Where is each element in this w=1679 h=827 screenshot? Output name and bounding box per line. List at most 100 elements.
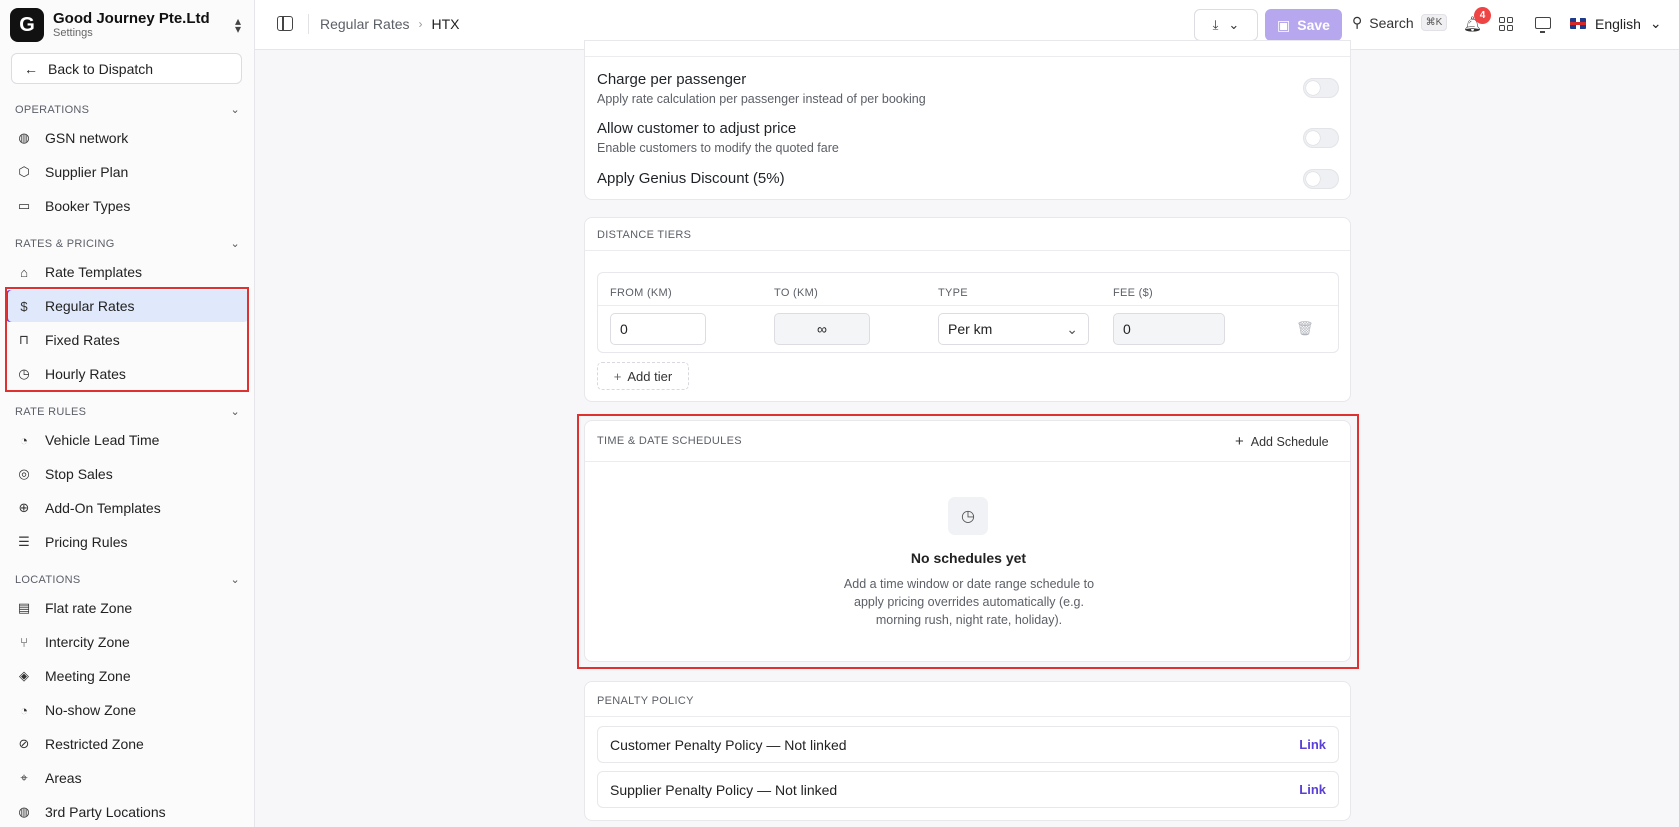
sidebar-item-intercity-zone[interactable]: ⑂ Intercity Zone (6, 626, 248, 658)
section-operations[interactable]: OPERATIONS ⌄ (15, 103, 240, 117)
fee-input[interactable]: 0 (1113, 313, 1225, 345)
sidebar-item-fixed-rates[interactable]: ⊓ Fixed Rates (6, 324, 248, 356)
search-icon: ⚲ (1352, 14, 1363, 30)
type-select[interactable]: Per km ⌄ (938, 313, 1089, 345)
tag-icon: ⌂ (20, 264, 28, 280)
stop-icon: ◎ (18, 466, 30, 481)
divider (308, 14, 309, 34)
section-rate-rules[interactable]: RATE RULES ⌄ (15, 405, 240, 419)
sidebar-item-no-show-zone[interactable]: ◔ No-show Zone (6, 694, 248, 726)
add-schedule-button[interactable]: + Add Schedule (1235, 433, 1329, 450)
org-switcher[interactable]: G Good Journey Pte.Ltd Settings ▴ ▾ (10, 7, 245, 43)
language-selector[interactable]: English ⌄ (1570, 15, 1662, 32)
back-to-dispatch-button[interactable]: ← Back to Dispatch (11, 53, 242, 84)
sidebar-item-hourly-rates[interactable]: ◷ Hourly Rates (6, 358, 248, 390)
section-locations[interactable]: LOCATIONS ⌄ (15, 573, 240, 587)
sidebar-item-flat-rate-zone[interactable]: ▤ Flat rate Zone (6, 592, 248, 624)
breadcrumb-regular-rates[interactable]: Regular Rates (320, 16, 410, 32)
sidebar-item-restricted-zone[interactable]: ⊘ Restricted Zone (6, 728, 248, 760)
clock-icon: ◷ (18, 366, 30, 381)
globe-icon: ◍ (18, 804, 30, 819)
chevron-right-icon: › (418, 17, 423, 31)
empty-state-title: No schedules yet (910, 550, 1027, 566)
sidebar-item-label: Booker Types (45, 198, 131, 214)
empty-state-desc: Add a time window or date range schedule… (843, 577, 1095, 627)
sidebar: G Good Journey Pte.Ltd Settings ▴ ▾ ← Bac… (0, 0, 255, 827)
chevron-updown-icon: ▴ ▾ (234, 14, 241, 36)
section-title: LOCATIONS (15, 573, 81, 586)
sidebar-item-label: GSN network (45, 130, 129, 146)
pin-icon: ⌖ (20, 770, 28, 785)
section-rates-pricing[interactable]: RATES & PRICING ⌄ (15, 237, 240, 251)
sidebar-item-supplier-plan[interactable]: ⬡ Supplier Plan (6, 156, 248, 188)
sidebar-item-label: Fixed Rates (45, 332, 120, 348)
sidebar-item-rate-templates[interactable]: ⌂ Rate Templates (6, 256, 248, 288)
sidebar-item-label: Stop Sales (45, 466, 113, 482)
sidebar-toggle-icon[interactable] (277, 16, 293, 31)
plus-circle-icon: ⊕ (18, 500, 30, 515)
trash-icon[interactable]: 🗑︎ (1296, 320, 1314, 337)
timer-icon: ◔ (20, 702, 28, 718)
from-km-input[interactable]: 0 (610, 313, 706, 345)
lock-icon: ⊓ (18, 332, 30, 347)
receipt-icon: ▤ (17, 600, 31, 615)
briefcase-icon: ▭ (17, 198, 31, 213)
chevron-down-icon: ⌄ (1066, 320, 1078, 337)
supplier-penalty-link[interactable]: Link (1299, 782, 1326, 797)
plus-icon: + (1235, 433, 1244, 450)
apps-grid-icon[interactable] (1499, 17, 1513, 31)
breadcrumb-current: HTX (431, 16, 460, 32)
monitor-icon[interactable] (1535, 17, 1551, 33)
add-tier-button[interactable]: + Add tier (597, 362, 689, 390)
divider (585, 716, 1350, 717)
section-title: OPERATIONS (15, 103, 90, 116)
dollar-icon: $ (20, 298, 28, 314)
chevron-down-icon: ⌄ (230, 104, 240, 116)
sidebar-item-3rd-party-locations[interactable]: ◍ 3rd Party Locations (6, 796, 248, 827)
policy-label: Supplier Penalty Policy — Not linked (610, 781, 838, 798)
sidebar-item-booker-types[interactable]: ▭ Booker Types (6, 190, 248, 222)
sidebar-item-label: Intercity Zone (45, 634, 130, 650)
notification-badge: 4 (1474, 7, 1491, 24)
sidebar-item-add-on-templates[interactable]: ⊕ Add-On Templates (6, 492, 248, 524)
column-header: FEE ($) (1113, 287, 1153, 299)
sidebar-item-label: Meeting Zone (45, 668, 131, 684)
search-button[interactable]: ⚲ Search ⌘K (1352, 14, 1448, 31)
to-km-input[interactable]: ∞ (774, 313, 870, 345)
sidebar-item-label: Regular Rates (45, 298, 135, 314)
sidebar-item-pricing-rules[interactable]: ☰ Pricing Rules (6, 526, 248, 558)
charge-per-passenger-toggle[interactable] (1303, 78, 1339, 98)
sidebar-item-gsn-network[interactable]: ◍ GSN network (6, 122, 248, 154)
sidebar-item-label: Restricted Zone (45, 736, 144, 752)
search-label: Search (1369, 14, 1414, 31)
divider (585, 250, 1350, 251)
option-title: Allow customer to adjust price (597, 120, 797, 137)
sidebar-item-areas[interactable]: ⌖ Areas (6, 762, 248, 794)
divider (598, 305, 1338, 306)
options-card: Charge per passenger Apply rate calculat… (584, 40, 1351, 200)
card-title: TIME & DATE SCHEDULES (597, 435, 742, 447)
add-tier-label: Add tier (627, 368, 673, 384)
allow-adjust-price-toggle[interactable] (1303, 128, 1339, 148)
download-button[interactable]: ⤓ ⌄ (1194, 9, 1258, 41)
save-label: Save (1297, 17, 1330, 33)
customer-penalty-link[interactable]: Link (1299, 737, 1326, 752)
sidebar-item-regular-rates[interactable]: $ Regular Rates (6, 290, 248, 322)
sidebar-item-label: Rate Templates (45, 264, 143, 280)
globe-icon: ◍ (18, 130, 30, 145)
genius-discount-toggle[interactable] (1303, 169, 1339, 189)
route-icon: ⑂ (20, 634, 28, 650)
back-button-label: Back to Dispatch (48, 60, 154, 77)
sidebar-item-meeting-zone[interactable]: ◈ Meeting Zone (6, 660, 248, 692)
target-icon: ◈ (19, 668, 29, 683)
divider (585, 56, 1350, 57)
column-header: TYPE (938, 287, 968, 299)
save-icon: ▣ (1277, 16, 1291, 33)
save-button[interactable]: ▣ Save (1265, 9, 1342, 41)
breadcrumb: Regular Rates › HTX (320, 16, 460, 32)
sidebar-item-vehicle-lead-time[interactable]: ◔ Vehicle Lead Time (6, 424, 248, 456)
sidebar-item-label: Supplier Plan (45, 164, 129, 180)
box-icon: ⬡ (18, 164, 30, 179)
sidebar-item-stop-sales[interactable]: ◎ Stop Sales (6, 458, 248, 490)
customer-penalty-row: Customer Penalty Policy — Not linked Lin… (597, 726, 1339, 763)
